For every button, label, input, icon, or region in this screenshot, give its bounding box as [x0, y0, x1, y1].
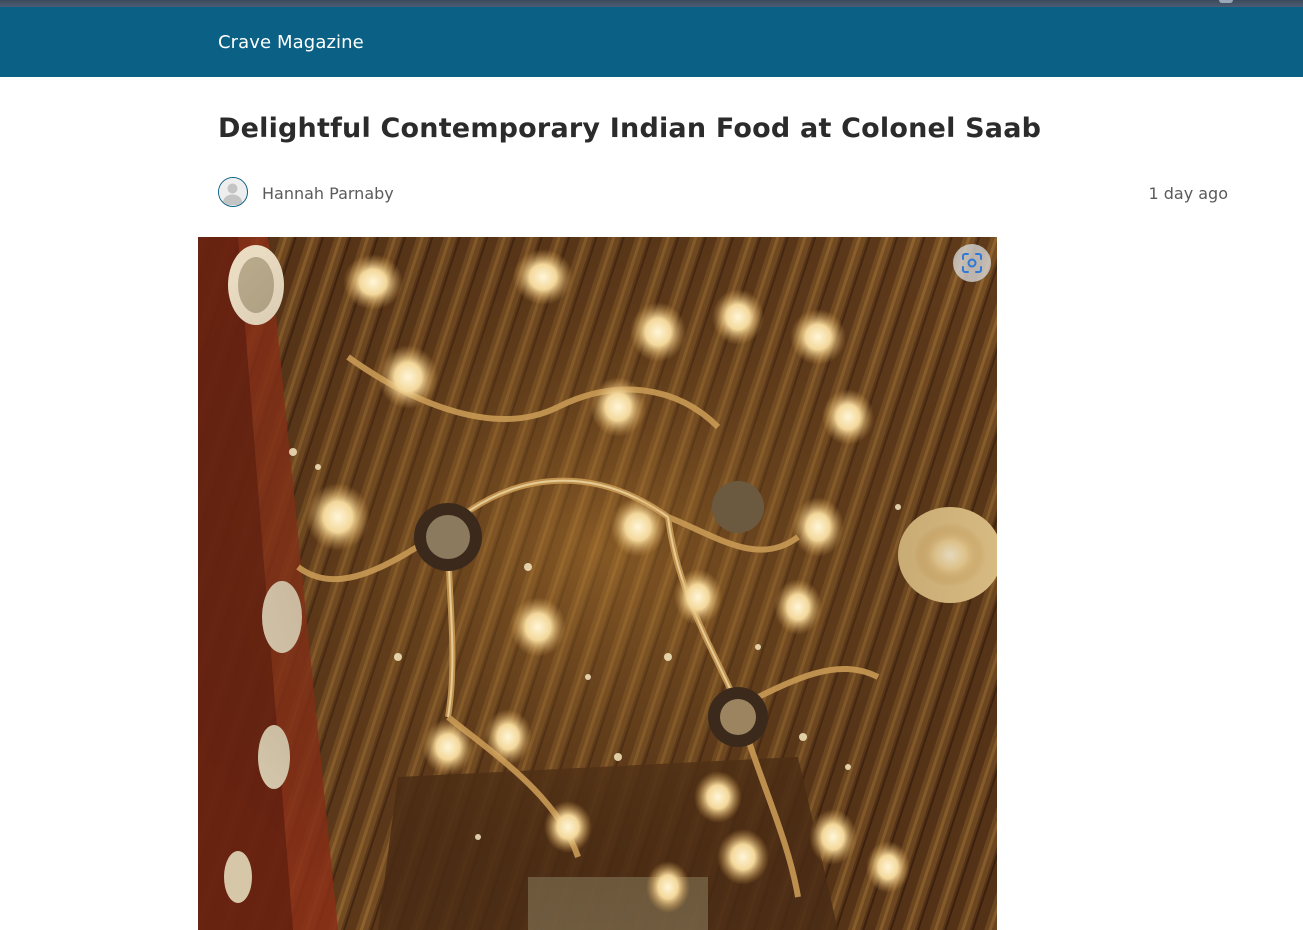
visual-search-icon — [962, 253, 982, 273]
site-title-link[interactable]: Crave Magazine — [218, 32, 364, 53]
browser-top-strip — [0, 0, 1303, 7]
visual-search-button[interactable] — [953, 244, 991, 282]
author-avatar[interactable] — [218, 177, 248, 207]
avatar-placeholder-icon — [219, 178, 246, 205]
byline: Hannah Parnaby 1 day ago — [218, 177, 1228, 211]
hero-image — [198, 237, 997, 930]
post-date: 1 day ago — [1148, 184, 1228, 203]
browser-strip-glint — [1219, 0, 1233, 3]
article-title: Delightful Contemporary Indian Food at C… — [218, 113, 1042, 144]
author-name[interactable]: Hannah Parnaby — [262, 184, 394, 203]
site-header: Crave Magazine — [0, 7, 1303, 77]
chandelier-photo — [198, 237, 997, 930]
